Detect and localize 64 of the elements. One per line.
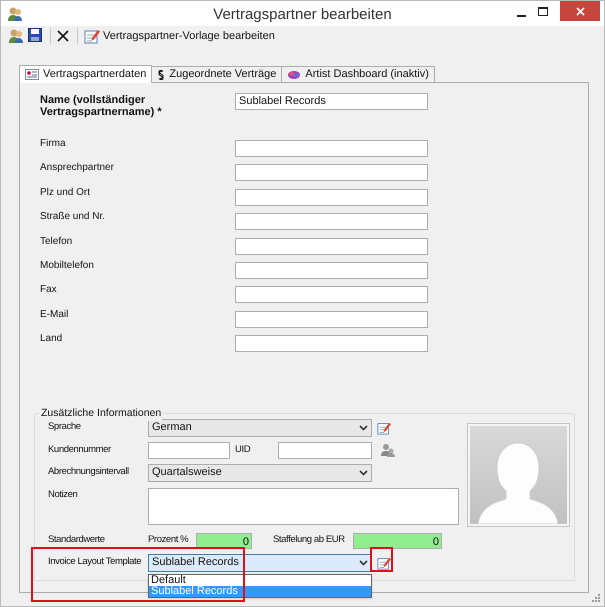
field-label: Firma (40, 137, 67, 151)
notes-field[interactable] (148, 488, 459, 525)
field-label: Telefon (40, 234, 74, 249)
field-label: Plz und Ort (40, 186, 92, 200)
tab[interactable]: Zugeordnete Verträge (151, 66, 282, 82)
text-field[interactable] (278, 442, 372, 459)
field-label: Notizen (48, 488, 78, 502)
text-field[interactable] (235, 188, 428, 206)
dropdown[interactable]: Quartalsweise (148, 464, 372, 482)
group-title: Zusätzliche Informationen (40, 406, 162, 422)
caret-icon (359, 424, 368, 431)
text-field[interactable] (148, 442, 230, 459)
field-label: Sprache (48, 420, 82, 434)
dropdown[interactable]: German (148, 418, 372, 437)
number-field[interactable]: 0 (196, 532, 252, 549)
text-field[interactable]: Sublabel Records (235, 93, 428, 110)
close-icon (576, 6, 584, 16)
text-field[interactable] (235, 286, 428, 304)
save-button[interactable] (28, 28, 44, 44)
field-label: Straße und Nr. (40, 210, 106, 224)
text-field[interactable] (235, 310, 428, 328)
section-icon (157, 68, 166, 80)
text-field[interactable] (235, 140, 428, 157)
people-button[interactable] (8, 28, 24, 44)
field-label: Abrechnungsintervall (48, 465, 130, 480)
chart-icon (287, 68, 302, 81)
field-label: Kundennummer (48, 442, 112, 457)
field-label: Prozent % (148, 533, 190, 548)
text-field[interactable] (235, 262, 428, 279)
window-title: Vertragspartner bearbeiten (213, 6, 392, 23)
field-label: Fax (40, 283, 58, 298)
field-label: Invoice Layout Template (48, 555, 142, 570)
save-icon (28, 28, 42, 42)
text-field[interactable] (235, 213, 428, 230)
field-label: Ansprechpartner (40, 161, 115, 176)
number-field[interactable]: 0 (353, 532, 442, 549)
caret-icon (359, 470, 368, 476)
tab[interactable]: Vertragspartnerdaten (19, 65, 152, 83)
field-label: Mobiltelefon (40, 258, 95, 273)
field-label: E-Mail (40, 308, 70, 322)
tab[interactable]: Artist Dashboard (inaktiv) (281, 66, 435, 82)
field-label: Name (vollständiger Vertragspartnername) * (40, 93, 163, 118)
dropdown[interactable]: Sublabel Records (148, 554, 372, 572)
text-field[interactable] (235, 164, 428, 182)
contact-card-icon (25, 68, 39, 81)
close-button[interactable] (560, 1, 600, 21)
field-label: Staffelung ab EUR (272, 533, 346, 548)
people-icon (8, 28, 24, 44)
field-label: UID (234, 442, 252, 457)
caret-icon (359, 560, 368, 566)
people-icon (7, 6, 23, 22)
search-person-button[interactable] (381, 443, 395, 458)
maximize-icon (538, 7, 548, 17)
dropdown-option[interactable]: Default (149, 574, 371, 586)
field-label: Land (40, 332, 64, 346)
text-field[interactable] (235, 335, 428, 352)
delete-button[interactable] (57, 28, 71, 44)
field-label: Standardwerte (48, 533, 106, 548)
template-edit-button[interactable]: Vertragspartner-Vorlage bearbeiten (84, 27, 275, 45)
text-field[interactable] (235, 238, 428, 255)
edit-icon (84, 28, 100, 44)
resize-grip-icon (592, 594, 600, 602)
close-icon (57, 30, 69, 42)
people-icon (381, 443, 395, 458)
